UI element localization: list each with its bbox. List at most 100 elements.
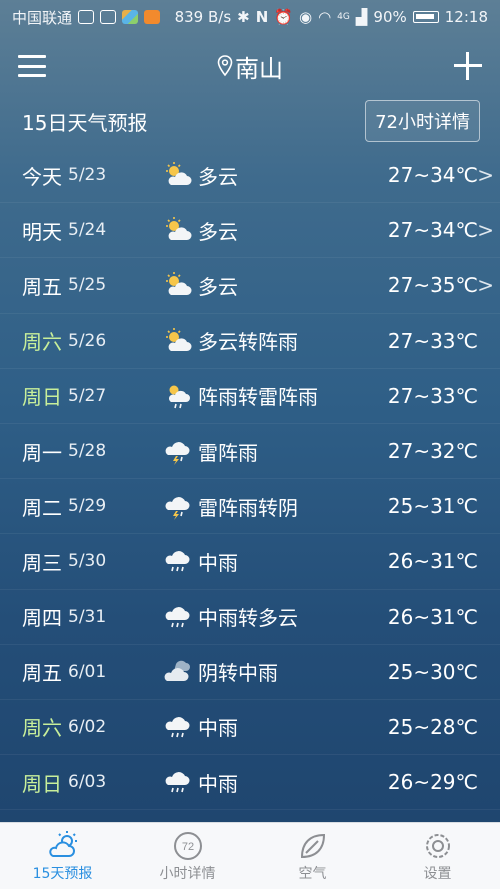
alarm-icon: ⏰ bbox=[274, 8, 293, 26]
forecast-temperature: 27~35℃ bbox=[387, 273, 478, 298]
forecast-day: 周五 bbox=[22, 661, 62, 686]
forecast-temperature: 25~31℃ bbox=[387, 494, 478, 519]
partly-cloudy-icon bbox=[166, 217, 192, 241]
forecast-condition: 多云 bbox=[198, 164, 238, 189]
forecast-row: 周六 5/26 多云转阵雨 27~33℃ bbox=[0, 314, 500, 369]
status-left: 中国联通 bbox=[12, 7, 161, 28]
forecast-day: 周日 bbox=[22, 771, 62, 796]
forecast-row: 周二 5/29 雷阵雨转阴 25~31℃ bbox=[0, 479, 500, 535]
location-title[interactable]: 南山 bbox=[217, 49, 283, 84]
partly-cloudy-icon bbox=[166, 272, 192, 296]
forecast-condition: 中雨 bbox=[198, 716, 238, 741]
tab-15-day[interactable]: 15天预报 bbox=[8, 829, 118, 883]
leaf-icon bbox=[300, 833, 325, 859]
hourly-detail-button[interactable]: 72小时详情 bbox=[365, 100, 480, 142]
forecast-condition: 雷阵雨转阴 bbox=[198, 495, 298, 520]
forecast-temperature: 26~31℃ bbox=[387, 549, 478, 574]
forecast-list: 今天 5/23 多云 27~34℃ > 明天 5/24 多云 27~34℃ > 周五 5/25 多云 27… bbox=[0, 148, 500, 866]
forecast-day: 周六 bbox=[22, 330, 62, 355]
tab-label-15-day: 15天预报 bbox=[32, 866, 93, 882]
forecast-date: 5/23 bbox=[68, 165, 107, 186]
sun-shower-icon bbox=[168, 385, 190, 408]
forecast-date: 5/26 bbox=[68, 330, 107, 351]
app-notification-icon bbox=[122, 10, 139, 24]
forecast-row: 周五 6/01 阴转中雨 25~30℃ bbox=[0, 645, 500, 700]
carrier-label: 中国联通 bbox=[12, 8, 73, 27]
tab-air[interactable]: 空气 bbox=[258, 829, 368, 883]
tab-hourly[interactable]: 72 小时详情 bbox=[133, 829, 243, 883]
forecast-condition: 雷阵雨 bbox=[198, 440, 258, 465]
chevron-right-icon[interactable]: > bbox=[477, 163, 494, 187]
forecast-row[interactable]: 今天 5/23 多云 27~34℃ > bbox=[0, 148, 500, 204]
forecast-date: 5/27 bbox=[68, 385, 107, 406]
thunderstorm-icon bbox=[165, 441, 190, 465]
forecast-temperature: 27~34℃ bbox=[387, 218, 478, 243]
location-name: 南山 bbox=[235, 54, 283, 83]
app-header: 南山 bbox=[0, 34, 500, 98]
forecast-day: 周二 bbox=[22, 495, 62, 520]
battery-icon bbox=[412, 11, 439, 23]
forecast-row[interactable]: 明天 5/24 多云 27~34℃ > bbox=[0, 203, 500, 259]
status-right: 839 B/s ✱ N ⏰ ◉ ◠ 4G ▟ 90% 12:18 bbox=[175, 8, 488, 26]
forecast-date: 5/29 bbox=[68, 496, 107, 517]
pulse-icon bbox=[78, 10, 95, 24]
status-bar: 中国联通 839 B/s ✱ N ⏰ ◉ ◠ 4G ▟ 90% 12:18 bbox=[0, 0, 500, 34]
forecast-subheader: 15日天气预报 72小时详情 bbox=[0, 98, 500, 144]
overcast-icon bbox=[164, 660, 190, 681]
forecast-row: 周三 5/30 中雨 26~31℃ bbox=[0, 534, 500, 590]
forecast-temperature: 27~34℃ bbox=[387, 163, 478, 188]
wechat-icon bbox=[100, 10, 117, 24]
forecast-row: 周六 6/02 中雨 25~28℃ bbox=[0, 700, 500, 756]
thunderstorm-icon bbox=[165, 497, 190, 521]
forecast-row: 周日 5/27 阵雨转雷阵雨 27~33℃ bbox=[0, 369, 500, 424]
forecast-condition: 中雨转多云 bbox=[198, 606, 298, 631]
forecast-condition: 多云 bbox=[198, 219, 238, 244]
bluetooth-icon: ✱ bbox=[237, 8, 250, 26]
tab-settings[interactable]: 设置 bbox=[383, 829, 493, 883]
chevron-right-icon[interactable]: > bbox=[477, 273, 494, 297]
forecast-temperature: 27~32℃ bbox=[387, 439, 478, 464]
forecast-day: 周日 bbox=[22, 385, 62, 410]
forecast-date: 5/25 bbox=[68, 275, 107, 296]
forecast-date: 5/28 bbox=[68, 441, 107, 462]
forecast-temperature: 26~29℃ bbox=[387, 770, 478, 795]
tab-label-settings: 设置 bbox=[423, 866, 452, 882]
rain-icon bbox=[165, 716, 190, 738]
forecast-date: 6/03 bbox=[68, 772, 107, 793]
forecast-temperature: 27~33℃ bbox=[387, 383, 478, 408]
chevron-right-icon[interactable]: > bbox=[477, 218, 494, 242]
forecast-date: 5/30 bbox=[68, 551, 107, 572]
forecast-temperature: 25~28℃ bbox=[387, 714, 478, 739]
forecast-day: 周三 bbox=[22, 550, 62, 575]
forecast-date: 6/01 bbox=[68, 661, 107, 682]
cell-signal-icon: ▟ bbox=[355, 8, 368, 26]
battery-level: 90% bbox=[373, 8, 407, 26]
forecast-day: 周六 bbox=[22, 716, 62, 741]
forecast-date: 6/02 bbox=[68, 716, 107, 737]
partly-cloudy-icon bbox=[166, 162, 192, 185]
forecast-day: 今天 bbox=[22, 164, 62, 189]
forecast-temperature: 25~30℃ bbox=[387, 659, 478, 684]
forecast-row[interactable]: 周五 5/25 多云 27~35℃ > bbox=[0, 258, 500, 314]
forecast-condition: 中雨 bbox=[198, 550, 238, 575]
clock-72-icon: 72 bbox=[173, 832, 202, 860]
forecast-temperature: 27~33℃ bbox=[387, 328, 478, 353]
forecast-row: 周日 6/03 中雨 26~29℃ bbox=[0, 755, 500, 811]
add-city-icon[interactable] bbox=[454, 52, 482, 80]
forecast-condition: 阵雨转雷阵雨 bbox=[198, 385, 318, 410]
forecast-condition: 多云转阵雨 bbox=[198, 330, 298, 355]
menu-icon[interactable] bbox=[18, 55, 46, 77]
forecast-temperature: 26~31℃ bbox=[387, 604, 478, 629]
forecast-row: 周四 5/31 中雨转多云 26~31℃ bbox=[0, 590, 500, 645]
forecast-day: 明天 bbox=[22, 219, 62, 244]
sun-cloud-icon bbox=[48, 831, 77, 857]
tab-label-hourly: 小时详情 bbox=[159, 866, 216, 882]
bottom-tab-bar: 15天预报 72 小时详情 空气 设置 bbox=[0, 822, 500, 889]
eye-icon: ◉ bbox=[298, 8, 313, 26]
location-pin-icon bbox=[217, 55, 233, 77]
clock: 12:18 bbox=[444, 8, 488, 26]
network-speed: 839 B/s bbox=[174, 8, 232, 26]
forecast-day: 周五 bbox=[22, 274, 62, 299]
svg-text:72: 72 bbox=[181, 841, 193, 853]
forecast-condition: 阴转中雨 bbox=[198, 661, 278, 686]
